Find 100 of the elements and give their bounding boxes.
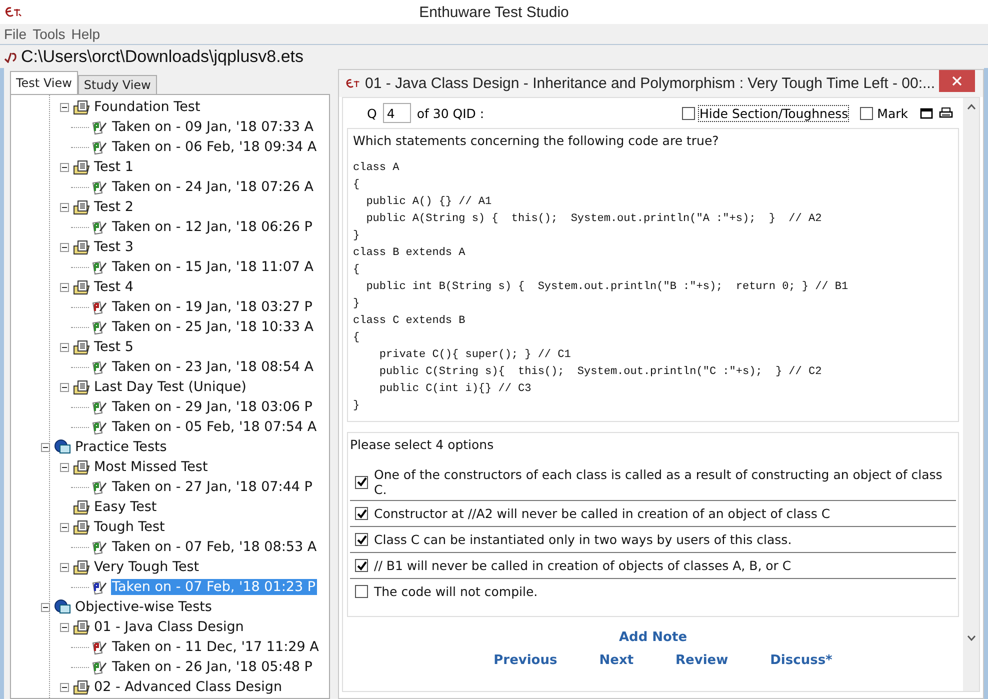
tree-item[interactable]: Taken on - 19 Jan, '18 03:27 P	[111, 299, 314, 315]
expander-icon[interactable]	[60, 562, 69, 572]
tree-item[interactable]: Taken on - 15 Jan, '18 11:07 A	[111, 259, 315, 275]
expander-icon[interactable]	[60, 682, 69, 692]
folder-document-icon	[73, 160, 91, 174]
tree-item[interactable]: Taken on - 29 Jan, '18 03:06 P	[111, 399, 314, 415]
tree-item[interactable]: Taken on - 24 Jan, '18 07:26 A	[111, 179, 315, 195]
expander-icon[interactable]	[60, 282, 69, 292]
option-checkbox[interactable]	[355, 476, 368, 488]
expander-icon[interactable]	[41, 602, 50, 612]
check-sheet-icon	[91, 540, 109, 554]
logo-icon	[4, 6, 22, 18]
question-count: of 30 QID :	[416, 106, 484, 120]
option-checkbox[interactable]	[355, 533, 368, 546]
tree-folder[interactable]: 01 - Java Class Design	[93, 619, 245, 635]
nav-link[interactable]: Discuss*	[770, 653, 832, 668]
scroll-down-icon[interactable]	[966, 635, 976, 641]
folder-document-icon	[73, 680, 91, 694]
tree-item[interactable]: Taken on - 26 Jan, '18 05:48 P	[111, 659, 314, 675]
scrollbar[interactable]	[963, 98, 979, 691]
tree-item[interactable]: Taken on - 23 Jan, '18 08:54 A	[111, 359, 315, 375]
option-checkbox[interactable]	[355, 507, 368, 520]
logo-icon	[345, 78, 361, 89]
folder-document-icon	[73, 240, 91, 254]
expander-icon[interactable]	[60, 242, 69, 252]
tree-folder[interactable]: Tough Test	[93, 519, 166, 535]
nav-link[interactable]: Review	[676, 653, 728, 668]
tree-item[interactable]: Taken on - 09 Jan, '18 07:33 A	[111, 119, 315, 135]
tree-folder[interactable]: Easy Test	[93, 499, 158, 515]
printer-icon[interactable]	[939, 107, 953, 119]
window-title: Enthuware Test Studio	[419, 4, 569, 20]
nav-link[interactable]: Next	[599, 653, 634, 668]
question-text: Which statements concerning the following code are true?	[353, 133, 720, 148]
tree-item[interactable]: Taken on - 27 Jan, '18 07:44 P	[111, 479, 314, 495]
nav-link[interactable]: Previous	[494, 653, 558, 668]
check-sheet-icon	[91, 320, 109, 334]
tree-item[interactable]: Taken on - 06 Feb, '18 09:34 A	[111, 139, 318, 155]
file-path: C:\Users\orct\Downloads\jqplusv8.ets	[21, 46, 304, 66]
check-sheet-icon	[91, 220, 109, 234]
check-sheet-icon	[91, 260, 109, 274]
tree-folder[interactable]: Test 4	[93, 279, 134, 295]
folder-document-icon	[73, 620, 91, 634]
tree-folder[interactable]: Test 2	[93, 199, 134, 215]
menu-item[interactable]: File	[4, 26, 27, 42]
tree-item[interactable]: Taken on - 11 Dec, '17 11:29 A	[111, 639, 320, 655]
tree-folder[interactable]: Last Day Test (Unique)	[93, 379, 248, 395]
folder-document-icon	[73, 460, 91, 474]
check-sheet-icon	[91, 300, 109, 314]
option-checkbox[interactable]	[355, 559, 368, 572]
instruction-text: Please select 4 options	[350, 436, 495, 454]
expander-icon[interactable]	[60, 522, 69, 532]
menu-item[interactable]: Tools	[32, 26, 66, 42]
window-icon[interactable]	[920, 108, 933, 118]
option-text: Class C can be instantiated only in two ways by users of this class.	[374, 532, 792, 547]
tree-folder[interactable]: Practice Tests	[74, 439, 168, 455]
expander-icon[interactable]	[60, 162, 69, 172]
tree-item[interactable]: Taken on - 05 Feb, '18 07:54 A	[111, 419, 318, 435]
tree-folder[interactable]: Foundation Test	[93, 99, 202, 115]
expander-icon[interactable]	[60, 202, 69, 212]
file-icon	[4, 50, 18, 62]
tab[interactable]: Test View	[10, 71, 78, 94]
tree-item[interactable]: Taken on - 12 Jan, '18 06:26 P	[111, 219, 314, 235]
folder-document-icon	[73, 280, 91, 294]
tree-folder[interactable]: Test 1	[93, 159, 134, 175]
code-text: class A { public A() {} // A1 public A(String s) { this(); System.out.println("A :"+s); } // A2 } class B extends A { public int B(String s) { System.out.println("B :"+s); return 0; } // B1 } class C extends B { private C(){ super(); } // C1 public C(String s){ this(); System.out.println("C :"+s); } // C2 public C(int i){} // C3 }	[353, 161, 850, 414]
globe-monitor-icon	[54, 439, 72, 455]
tree-item[interactable]: Taken on - 07 Feb, '18 08:53 A	[111, 539, 318, 555]
tree-item[interactable]: Taken on - 25 Jan, '18 10:33 A	[111, 319, 315, 335]
expander-icon[interactable]	[60, 382, 69, 392]
expander-icon[interactable]	[41, 442, 50, 452]
folder-document-icon	[73, 340, 91, 354]
tree-folder[interactable]: 02 - Advanced Class Design	[93, 679, 284, 695]
check-sheet-icon	[91, 420, 109, 434]
tree-folder[interactable]: Very Tough Test	[93, 559, 200, 575]
check-sheet-icon	[91, 140, 109, 154]
mark-checkbox[interactable]: Mark	[860, 106, 908, 120]
tree-folder[interactable]: Test 5	[93, 339, 134, 355]
option-checkbox[interactable]	[355, 585, 368, 598]
option-text: One of the constructors of each class is called as a result of constructing an object of class C.	[374, 467, 944, 497]
expander-icon[interactable]	[60, 462, 69, 472]
close-button[interactable]	[939, 70, 975, 92]
scroll-up-icon[interactable]	[966, 104, 976, 110]
folder-document-icon	[73, 380, 91, 394]
option-text: Constructor at //A2 will never be called in creation of an object of class C	[374, 506, 830, 521]
tree-folder[interactable]: Test 3	[93, 239, 134, 255]
menu-item[interactable]: Help	[71, 26, 100, 42]
check-sheet-icon	[91, 660, 109, 674]
hide-section-checkbox[interactable]: Hide Section/Toughness	[682, 106, 848, 120]
question-number-field[interactable]: 4	[382, 103, 411, 123]
tree-folder[interactable]: Objective-wise Tests	[74, 599, 213, 615]
expander-icon[interactable]	[60, 622, 69, 632]
expander-icon[interactable]	[60, 102, 69, 112]
check-sheet-icon	[91, 120, 109, 134]
tab[interactable]: Study View	[78, 75, 157, 94]
folder-document-icon	[73, 520, 91, 534]
check-sheet-icon	[91, 400, 109, 414]
expander-icon[interactable]	[60, 342, 69, 352]
tree-folder[interactable]: Most Missed Test	[93, 459, 209, 475]
add-note-link[interactable]: Add Note	[618, 630, 688, 645]
check-sheet-icon	[91, 360, 109, 374]
